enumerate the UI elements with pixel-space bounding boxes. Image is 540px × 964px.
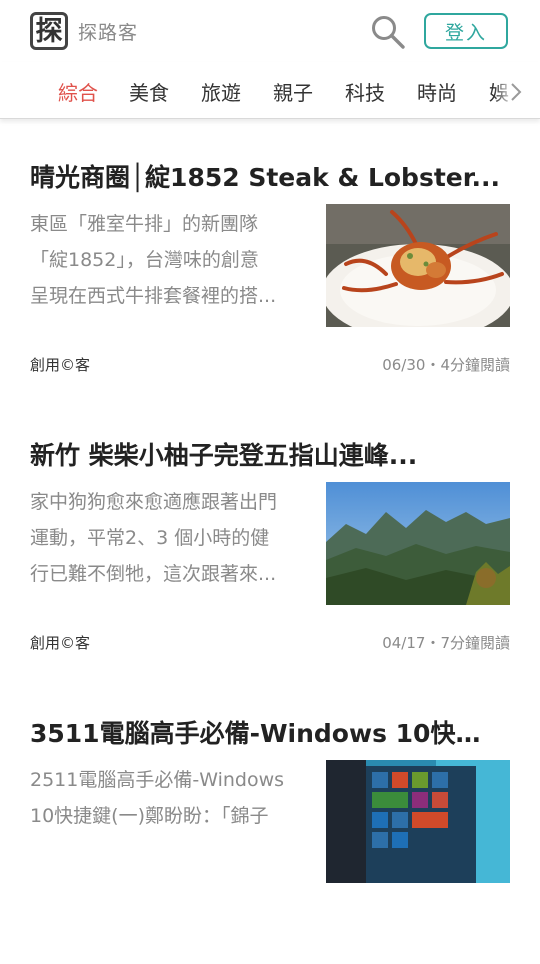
- article-excerpt: 家中狗狗愈來愈適應跟著出門 運動，平常2、3 個小時的健 行已難不倒牠，這次跟著…: [30, 484, 312, 592]
- article-card[interactable]: 3511電腦高手必備-Windows 10快捷... 2511電腦高手必備-Wi…: [0, 714, 540, 964]
- category-tabs: 綜合 美食 旅遊 親子 科技 時尚 娛: [0, 62, 540, 119]
- tab-parenting[interactable]: 親子: [273, 77, 313, 106]
- top-header: 探 探路客 登入: [0, 0, 540, 62]
- article-title[interactable]: 新竹 柴柴小柚子完登五指山連峰...: [30, 436, 500, 472]
- article-card[interactable]: 晴光商圈│綻1852 Steak & Lobster... 東區「雅室牛排」的新…: [0, 158, 540, 408]
- search-icon[interactable]: [370, 14, 406, 50]
- article-date-readtime: 04/17・7分鐘閱讀: [382, 634, 510, 652]
- excerpt-line: 2511電腦高手必備-Windows: [30, 769, 285, 791]
- article-date-readtime: 06/30・4分鐘閱讀: [382, 356, 510, 374]
- excerpt-line: 呈現在西式牛排套餐裡的搭...: [30, 285, 277, 307]
- article-title[interactable]: 晴光商圈│綻1852 Steak & Lobster...: [30, 158, 500, 194]
- article-author[interactable]: 創用©客: [30, 354, 90, 375]
- article-excerpt: 2511電腦高手必備-Windows 10快捷鍵(一)鄭盼盼：「錦子: [30, 762, 312, 870]
- article-card[interactable]: 新竹 柴柴小柚子完登五指山連峰... 家中狗狗愈來愈適應跟著出門 運動，平常2、…: [0, 436, 540, 686]
- tab-travel[interactable]: 旅遊: [201, 77, 241, 106]
- excerpt-line: 家中狗狗愈來愈適應跟著出門: [30, 491, 278, 513]
- chevron-right-icon[interactable]: [510, 82, 522, 102]
- article-excerpt: 東區「雅室牛排」的新團隊 「綻1852」，台灣味的創意 呈現在西式牛排套餐裡的搭…: [30, 206, 312, 314]
- excerpt-line: 10快捷鍵(一)鄭盼盼：「錦子: [30, 805, 269, 827]
- article-author[interactable]: 創用©客: [30, 632, 90, 653]
- site-logo-icon[interactable]: 探: [30, 12, 68, 50]
- tab-technology[interactable]: 科技: [345, 77, 385, 106]
- excerpt-line: 行已難不倒牠，這次跟著來...: [30, 563, 277, 585]
- article-title[interactable]: 3511電腦高手必備-Windows 10快捷...: [30, 714, 500, 750]
- tab-general[interactable]: 綜合: [58, 77, 98, 106]
- site-name[interactable]: 探路客: [78, 18, 138, 45]
- article-thumbnail-windows[interactable]: [326, 760, 510, 883]
- excerpt-line: 東區「雅室牛排」的新團隊: [30, 213, 259, 235]
- article-thumbnail-mountain[interactable]: [326, 482, 510, 605]
- excerpt-line: 「綻1852」，台灣味的創意: [30, 249, 259, 271]
- tab-food[interactable]: 美食: [129, 77, 169, 106]
- article-thumbnail-lobster[interactable]: [326, 204, 510, 327]
- tab-fashion[interactable]: 時尚: [417, 77, 457, 106]
- login-button[interactable]: 登入: [424, 13, 508, 49]
- excerpt-line: 運動，平常2、3 個小時的健: [30, 527, 270, 549]
